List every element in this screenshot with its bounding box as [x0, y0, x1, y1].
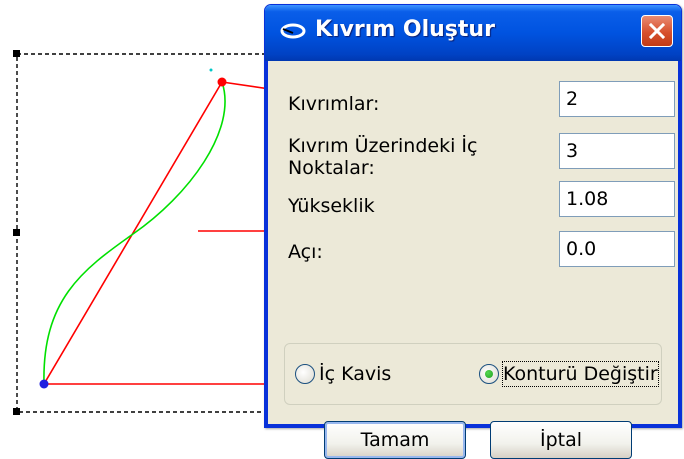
red-line-diagonal: [43, 81, 223, 385]
curves-field[interactable]: [559, 81, 675, 117]
dialog-body: Kıvrımlar: Kıvrım Üzerindeki İç Noktalar…: [265, 61, 681, 459]
inner-arc-radio[interactable]: [295, 364, 315, 384]
curve-end-point-top[interactable]: [217, 77, 227, 87]
angle-field[interactable]: [559, 231, 675, 267]
ok-button[interactable]: Tamam: [324, 421, 466, 459]
inner-points-field[interactable]: [559, 133, 675, 169]
title-bar[interactable]: Kıvrım Oluştur: [265, 5, 681, 61]
inner-points-label: Kıvrım Üzerindeki İç Noktalar:: [288, 135, 478, 179]
change-contour-label[interactable]: Konturü Değiştir: [502, 361, 659, 387]
curve-mode-group: İç Kavis Konturü Değiştir: [284, 343, 662, 405]
height-label: Yükseklik: [288, 195, 375, 217]
dialog-title: Kıvrım Oluştur: [315, 17, 495, 42]
angle-label: Açı:: [288, 241, 323, 263]
selection-handle-bottom-left[interactable]: [13, 408, 20, 415]
curve-end-point-bottom[interactable]: [39, 379, 49, 389]
inner-arc-label[interactable]: İç Kavis: [319, 362, 391, 386]
close-icon: [649, 23, 665, 39]
curve-icon: [280, 23, 306, 39]
height-field[interactable]: [559, 181, 675, 217]
cyan-marker: [209, 68, 213, 72]
cancel-button[interactable]: İptal: [490, 421, 632, 459]
change-contour-radio[interactable]: [479, 364, 499, 384]
selection-handle-top-left[interactable]: [13, 50, 20, 57]
selection-handle-middle-left[interactable]: [13, 229, 20, 236]
curves-label: Kıvrımlar:: [288, 93, 380, 115]
create-curve-dialog: Kıvrım Oluştur Kıvrımlar: Kıvrım Üzerind…: [264, 4, 682, 459]
close-button[interactable]: [641, 15, 673, 47]
